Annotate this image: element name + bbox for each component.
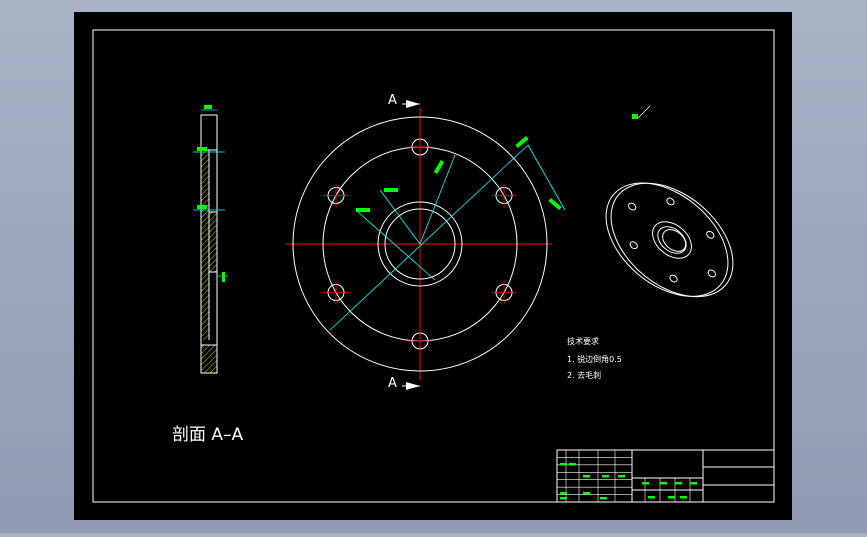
section-hatch-bottom — [201, 345, 217, 373]
title-block-cell-mark — [569, 463, 576, 466]
dim-label-mark — [204, 105, 212, 109]
title-block-cell-mark — [668, 496, 675, 499]
title-block-cell-mark — [680, 496, 687, 499]
title-block-cell-mark — [602, 475, 609, 478]
title-block-cell-mark — [690, 482, 697, 485]
tech-requirement-item: 2. 去毛刺 — [567, 370, 601, 380]
title-block-cell-mark — [660, 482, 667, 485]
tech-requirement-item: 1. 锐边倒角0.5 — [567, 354, 622, 364]
title-block-cell-mark — [642, 482, 649, 485]
title-block-cell-mark — [583, 492, 590, 495]
section-mark-label: A — [388, 376, 397, 391]
title-block-cell-mark — [600, 497, 607, 500]
section-hatch-mid — [209, 212, 217, 272]
section-mark-label: A — [388, 93, 397, 108]
dim-label-mark — [222, 272, 225, 282]
dim-label-mark — [197, 147, 207, 151]
iso-annotation-mark — [632, 114, 638, 119]
dim-label-mark — [384, 188, 398, 192]
dim-label-mark — [356, 208, 370, 212]
section-title: 剖面 A–A — [172, 425, 244, 445]
title-block-cell-mark — [675, 482, 682, 485]
cad-viewport[interactable]: A A 剖面 A–A 技术要求 1. 锐边倒角0.5 2. 去毛刺 — [0, 0, 867, 533]
dim-label-mark — [197, 205, 207, 209]
section-hatch-left — [201, 150, 209, 340]
title-block-cell-mark — [648, 496, 655, 499]
title-block-cell-mark — [583, 475, 590, 478]
title-block-cell-mark — [560, 463, 567, 466]
drawing-canvas[interactable]: A A 剖面 A–A 技术要求 1. 锐边倒角0.5 2. 去毛刺 — [0, 0, 867, 533]
title-block-cell-mark — [560, 497, 567, 500]
title-block-cell-mark — [618, 475, 625, 478]
tech-requirements-title: 技术要求 — [567, 336, 599, 346]
title-block-cell-mark — [560, 492, 567, 495]
